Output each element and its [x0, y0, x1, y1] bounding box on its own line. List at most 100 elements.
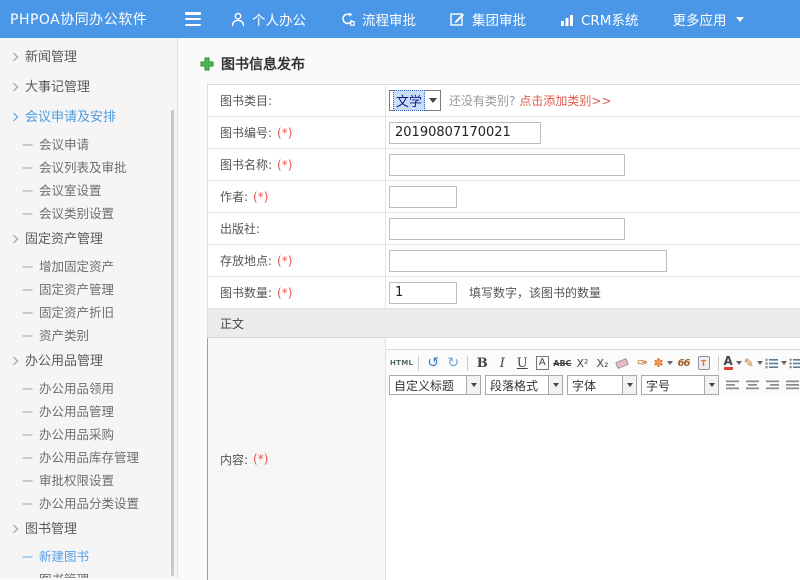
- sidebar-item-label: 办公用品管理: [39, 404, 114, 419]
- fill-color-button[interactable]: ✽: [653, 353, 672, 373]
- align-right-button[interactable]: [764, 375, 782, 395]
- sidebar-item-supplies-purchase[interactable]: 一办公用品采购: [0, 423, 177, 446]
- italic-button[interactable]: I: [493, 353, 511, 373]
- font-family-select[interactable]: 字体: [567, 375, 637, 395]
- author-input[interactable]: [389, 186, 457, 208]
- book-code-input[interactable]: [389, 122, 541, 144]
- sidebar-item-meeting-apply[interactable]: 一会议申请: [0, 133, 177, 156]
- nav-item-label: 集团审批: [472, 9, 526, 29]
- font-color-icon: A: [724, 356, 733, 370]
- category-select[interactable]: 文学: [389, 90, 441, 111]
- sidebar-group-label: 固定资产管理: [25, 232, 103, 247]
- nav-item-group-approval[interactable]: 集团审批: [450, 9, 526, 29]
- font-size-select[interactable]: 字号: [641, 375, 719, 395]
- sidebar-group-meetings[interactable]: 会议申请及安排: [0, 103, 177, 133]
- bullet-list-button[interactable]: [789, 353, 800, 373]
- highlight-color-button[interactable]: ✎: [744, 353, 763, 373]
- book-form: 图书类目: 文学 还没有类别? 点击添加类别>> 图书编号:(*) 图书名称:(…: [207, 84, 800, 580]
- sidebar-item-supplies-manage[interactable]: 一办公用品管理: [0, 400, 177, 423]
- sidebar-group-label: 新闻管理: [25, 50, 77, 65]
- sidebar-item-label: 固定资产折旧: [39, 305, 114, 320]
- align-left-button[interactable]: [724, 375, 742, 395]
- book-name-input[interactable]: [389, 154, 625, 176]
- subscript-button[interactable]: X₂: [593, 353, 611, 373]
- sidebar-item-asset-depreciation[interactable]: 一固定资产折旧: [0, 301, 177, 324]
- field-label: 图书类目:: [220, 92, 272, 109]
- location-input[interactable]: [389, 250, 667, 272]
- sidebar-item-add-asset[interactable]: 一增加固定资产: [0, 255, 177, 278]
- body-section-header: 正文: [208, 309, 800, 338]
- sidebar-item-supplies-category[interactable]: 一办公用品分类设置: [0, 492, 177, 515]
- paragraph-format-select[interactable]: 段落格式: [485, 375, 563, 395]
- field-label: 图书数量:: [220, 284, 272, 301]
- align-center-button[interactable]: [744, 375, 762, 395]
- sidebar-group-label: 大事记管理: [25, 80, 90, 95]
- char-border-button[interactable]: A: [536, 356, 549, 370]
- nav-item-personal-office[interactable]: 个人办公: [231, 9, 306, 29]
- required-mark: (*): [253, 452, 268, 466]
- select-caret-icon: [466, 376, 480, 394]
- blockquote-button[interactable]: 66: [675, 353, 693, 373]
- sidebar-item-meeting-category[interactable]: 一会议类别设置: [0, 202, 177, 225]
- nav-item-label: 流程审批: [362, 9, 416, 29]
- font-color-button[interactable]: A: [724, 353, 742, 373]
- custom-heading-select[interactable]: 自定义标题: [389, 375, 481, 395]
- sidebar-group-office-supplies[interactable]: 办公用品管理: [0, 347, 177, 377]
- ordered-list-button[interactable]: [765, 353, 787, 373]
- select-caret-icon: [548, 376, 562, 394]
- sidebar-group-memorabilia[interactable]: 大事记管理: [0, 73, 177, 103]
- sidebar-item-book-manage[interactable]: 一图书管理: [0, 568, 177, 578]
- sidebar-item-supplies-claim[interactable]: 一办公用品领用: [0, 377, 177, 400]
- field-label: 出版社:: [220, 220, 260, 237]
- required-mark: (*): [277, 254, 292, 268]
- sidebar-item-asset-category[interactable]: 一资产类别: [0, 324, 177, 347]
- add-category-link[interactable]: 点击添加类别>>: [519, 92, 611, 109]
- chevron-right-icon: [10, 357, 18, 365]
- select-caret-icon: [622, 376, 636, 394]
- chevron-right-icon: [10, 235, 18, 243]
- sidebar-item-supplies-inventory[interactable]: 一办公用品库存管理: [0, 446, 177, 469]
- chevron-right-icon: [10, 53, 18, 61]
- sidebar-item-meeting-list[interactable]: 一会议列表及审批: [0, 156, 177, 179]
- nav-item-crm-system[interactable]: CRM系统: [560, 9, 638, 29]
- format-brush-button[interactable]: ✑: [633, 353, 651, 373]
- align-justify-button[interactable]: [784, 375, 800, 395]
- paste-text-button[interactable]: T: [695, 353, 713, 373]
- strikethrough-button[interactable]: ABC: [553, 353, 571, 373]
- superscript-button[interactable]: X²: [573, 353, 591, 373]
- select-caret-icon: [429, 98, 437, 103]
- dash-icon: 一: [22, 307, 33, 320]
- sidebar-group-label: 会议申请及安排: [25, 110, 116, 125]
- html-source-button[interactable]: HTML: [390, 353, 413, 373]
- sidebar-group-fixed-assets[interactable]: 固定资产管理: [0, 225, 177, 255]
- select-value: 自定义标题: [390, 377, 466, 394]
- required-mark: (*): [253, 190, 268, 204]
- sidebar-item-approval-permission[interactable]: 一审批权限设置: [0, 469, 177, 492]
- form-row-content: 内容: (*) HTML ↺ ↻ B I U A ABC: [207, 338, 800, 580]
- form-row-location: 存放地点:(*): [208, 245, 800, 277]
- bold-button[interactable]: B: [473, 353, 491, 373]
- sidebar-group-books[interactable]: 图书管理: [0, 515, 177, 545]
- redo-button[interactable]: ↻: [444, 353, 462, 373]
- sidebar-item-asset-manage[interactable]: 一固定资产管理: [0, 278, 177, 301]
- underline-button[interactable]: U: [513, 353, 531, 373]
- editor-content-area[interactable]: [386, 397, 800, 557]
- nav-item-process-approval[interactable]: 流程审批: [340, 9, 416, 29]
- sidebar-item-new-book[interactable]: 一新建图书: [0, 545, 177, 568]
- sidebar-item-label: 增加固定资产: [39, 259, 114, 274]
- category-select-value: 文学: [393, 90, 425, 111]
- nav-item-more-apps[interactable]: 更多应用: [672, 9, 744, 29]
- user-icon: [231, 12, 245, 27]
- sidebar-scrollbar[interactable]: [171, 110, 174, 576]
- quantity-input[interactable]: [389, 282, 457, 304]
- caret-down-icon: [781, 361, 787, 365]
- navbar-items: 个人办公 流程审批 集团审批 CRM系统 更多应用: [231, 9, 778, 29]
- sidebar-item-meeting-room[interactable]: 一会议室设置: [0, 179, 177, 202]
- undo-button[interactable]: ↺: [424, 353, 442, 373]
- dash-icon: 一: [22, 406, 33, 419]
- sidebar-group-news[interactable]: 新闻管理: [0, 43, 177, 73]
- eraser-button[interactable]: [613, 353, 631, 373]
- hamburger-menu-icon[interactable]: [185, 12, 205, 26]
- publisher-input[interactable]: [389, 218, 625, 240]
- form-row-category: 图书类目: 文学 还没有类别? 点击添加类别>>: [208, 85, 800, 117]
